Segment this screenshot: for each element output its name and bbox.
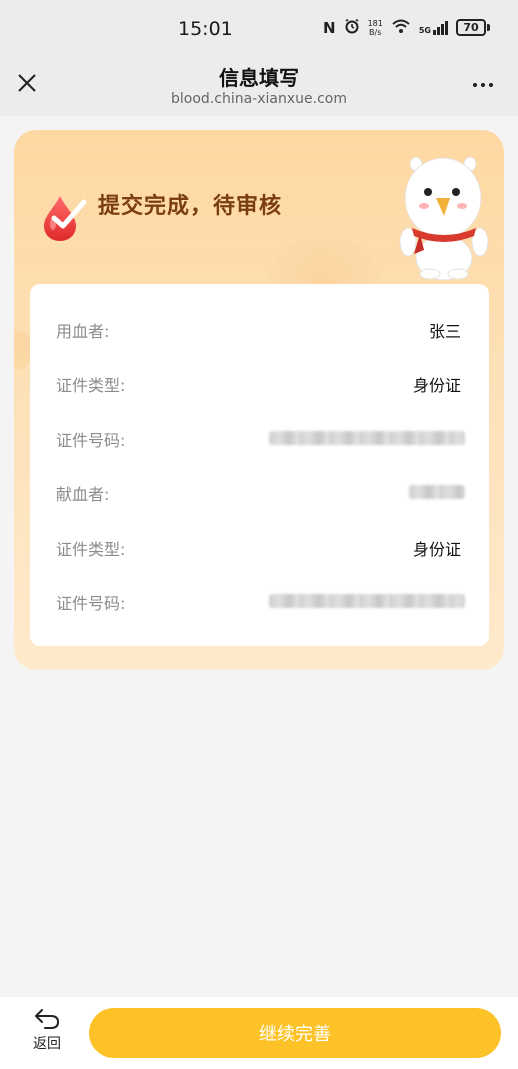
- battery-level: 70: [456, 19, 486, 36]
- alarm-icon: [344, 18, 360, 37]
- status-icons: N 181 B/s 5G 70: [323, 18, 490, 37]
- battery-icon: 70: [456, 19, 490, 36]
- status-bar: 15:01 N 181 B/s 5G 70: [0, 0, 518, 56]
- signal-icon: 5G: [418, 20, 448, 35]
- info-row-donor-id-number: 证件号码:: [30, 580, 489, 620]
- more-dot: [489, 83, 493, 87]
- nfc-icon: N: [323, 18, 336, 37]
- mascot-icon: [399, 156, 489, 280]
- status-time: 15:01: [178, 18, 233, 40]
- donor-id-type-value: 身份证: [412, 540, 461, 559]
- back-arrow-icon: [35, 1009, 60, 1029]
- page-url: blood.china-xianxue.com: [171, 91, 347, 107]
- recipient-value: 张三: [428, 322, 461, 341]
- continue-button[interactable]: 继续完善: [89, 1008, 501, 1058]
- net-speed-unit: B/s: [369, 27, 382, 37]
- recipient-id-type-value: 身份证: [412, 376, 461, 395]
- network-type: 5G: [418, 25, 431, 35]
- back-button[interactable]: 返回: [22, 1007, 72, 1059]
- info-row-recipient-id-number: 证件号码:: [30, 417, 489, 457]
- more-button[interactable]: [468, 70, 498, 100]
- info-row-recipient: 用血者: 张三: [30, 308, 489, 348]
- donor-id-number-redacted: [269, 594, 465, 608]
- back-label: 返回: [33, 1036, 61, 1052]
- donor-id-number-label: 证件号码:: [56, 594, 126, 613]
- info-row-donor: 献血者:: [30, 471, 489, 511]
- recipient-id-number-label: 证件号码:: [56, 431, 126, 450]
- recipient-id-type-label: 证件类型:: [56, 376, 126, 395]
- info-row-donor-id-type: 证件类型: 身份证: [30, 526, 489, 566]
- blood-drop-check-icon: [44, 196, 87, 241]
- info-panel: 用血者: 张三 证件类型: 身份证 证件号码: 献血者: 证件类型: 身份证 证…: [30, 284, 489, 646]
- donor-label: 献血者:: [56, 485, 110, 504]
- net-speed: 181 B/s: [368, 19, 383, 37]
- info-row-recipient-id-type: 证件类型: 身份证: [30, 362, 489, 402]
- recipient-label: 用血者:: [56, 322, 110, 341]
- nav-bar: 信息填写 blood.china-xianxue.com: [0, 56, 518, 116]
- more-dot: [473, 83, 477, 87]
- page-title: 信息填写: [219, 66, 299, 90]
- more-dot: [481, 83, 485, 87]
- status-card: 提交完成，待审核 用血者: 张三 证件类型: 身份证 证件号码: 献血者: 证件…: [14, 130, 504, 670]
- bottom-bar: 返回 继续完善: [0, 997, 518, 1069]
- donor-id-type-label: 证件类型:: [56, 540, 126, 559]
- status-title: 提交完成，待审核: [98, 194, 283, 219]
- net-speed-value: 181: [367, 18, 383, 28]
- wifi-icon: [391, 18, 411, 37]
- donor-name-redacted: [409, 485, 465, 499]
- recipient-id-number-redacted: [269, 431, 465, 445]
